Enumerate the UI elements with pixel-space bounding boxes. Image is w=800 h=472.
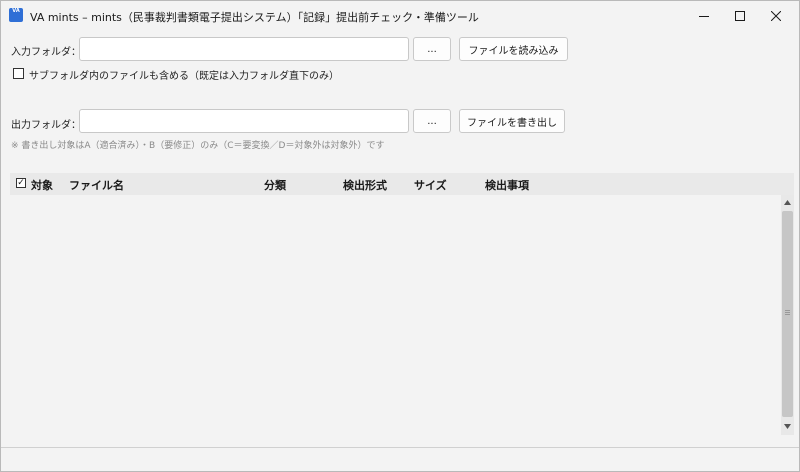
scroll-thumb[interactable] bbox=[782, 211, 793, 417]
output-folder-field[interactable] bbox=[79, 109, 409, 133]
app-icon: VA bbox=[9, 8, 23, 22]
file-table: ✓ 対象 ファイル名 分類 検出形式 サイズ 検出事項 bbox=[10, 173, 794, 435]
scroll-grip-line bbox=[785, 314, 790, 315]
input-folder-field[interactable] bbox=[79, 37, 409, 61]
select-all-checkbox[interactable]: ✓ bbox=[16, 178, 26, 188]
main-window: VA VA mints – mints（民事裁判書類電子提出システム）「記録」提… bbox=[0, 0, 800, 472]
close-icon bbox=[771, 11, 781, 21]
output-folder-label: 出力フォルダ： bbox=[11, 120, 81, 131]
column-findings[interactable]: 検出事項 bbox=[485, 177, 529, 193]
include-subfolders-checkbox[interactable] bbox=[13, 68, 24, 79]
export-files-button[interactable]: ファイルを書き出し bbox=[459, 109, 565, 133]
input-browse-button[interactable]: ... bbox=[413, 37, 451, 61]
maximize-icon bbox=[735, 11, 745, 21]
vertical-scrollbar[interactable] bbox=[781, 195, 794, 435]
column-size[interactable]: サイズ bbox=[414, 177, 447, 193]
load-files-button[interactable]: ファイルを読み込み bbox=[459, 37, 568, 61]
scroll-up-button[interactable] bbox=[781, 195, 794, 209]
export-note: ※ 書き出し対象はA（適合済み）・B（要修正）のみ（C＝要変換／D＝対象外は対象… bbox=[11, 141, 385, 151]
column-category[interactable]: 分類 bbox=[264, 177, 286, 193]
include-subfolders-label: サブフォルダ内のファイルも含める（既定は入力フォルダ直下のみ） bbox=[29, 71, 339, 82]
column-filename[interactable]: ファイル名 bbox=[69, 177, 124, 193]
title-bar: VA VA mints – mints（民事裁判書類電子提出システム）「記録」提… bbox=[1, 1, 799, 31]
scroll-up-icon bbox=[784, 199, 791, 205]
scroll-down-button[interactable] bbox=[781, 419, 794, 433]
table-body[interactable] bbox=[10, 195, 794, 435]
close-button[interactable] bbox=[753, 1, 799, 31]
scroll-down-icon bbox=[784, 423, 791, 429]
input-folder-label: 入力フォルダ： bbox=[11, 47, 81, 58]
table-header: ✓ 対象 ファイル名 分類 検出形式 サイズ 検出事項 bbox=[10, 173, 794, 195]
minimize-icon bbox=[699, 16, 709, 17]
app-icon-text: VA bbox=[12, 8, 20, 14]
status-bar bbox=[1, 447, 799, 471]
scroll-grip-line bbox=[785, 312, 790, 313]
scroll-grip-line bbox=[785, 310, 790, 311]
output-browse-button[interactable]: ... bbox=[413, 109, 451, 133]
column-detected-format[interactable]: 検出形式 bbox=[343, 177, 387, 193]
window-title: VA mints – mints（民事裁判書類電子提出システム）「記録」提出前チ… bbox=[30, 11, 479, 24]
column-target[interactable]: 対象 bbox=[31, 177, 53, 193]
